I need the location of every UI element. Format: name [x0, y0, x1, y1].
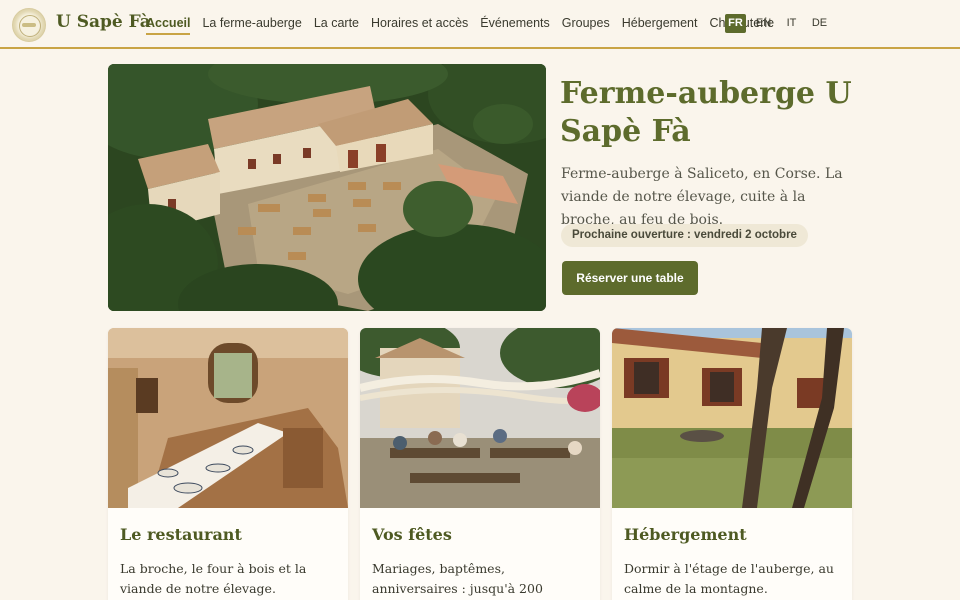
- card-restaurant-text: La broche, le four à bois et la viande d…: [120, 561, 307, 596]
- site-brand[interactable]: U Sapè Fà: [56, 12, 151, 32]
- main-nav: Accueil La ferme-auberge La carte Horair…: [146, 15, 786, 35]
- hero-title: Ferme-auberge U Sapè Fà: [560, 76, 852, 149]
- hero-description: Ferme-auberge à Saliceto, en Corse. La v…: [561, 166, 843, 228]
- nav-item-hebergement[interactable]: Hébergement: [622, 15, 698, 35]
- party-photo: [360, 328, 600, 508]
- card-hebergement-title: Hébergement: [624, 525, 747, 544]
- logo-emblem-icon[interactable]: [12, 8, 46, 42]
- card-fetes-title: Vos fêtes: [372, 525, 452, 544]
- card-fetes[interactable]: Vos fêtes Mariages, baptêmes, anniversai…: [360, 328, 600, 600]
- restaurant-photo: [108, 328, 348, 508]
- lang-fr[interactable]: FR: [725, 14, 746, 33]
- card-hebergement-text: Dormir à l'étage de l'auberge, au calme …: [624, 561, 834, 596]
- nav-item-horaires[interactable]: Horaires et accès: [371, 15, 468, 35]
- lang-it[interactable]: IT: [781, 14, 802, 33]
- card-hebergement[interactable]: Hébergement Dormir à l'étage de l'auberg…: [612, 328, 852, 600]
- lang-de[interactable]: DE: [809, 14, 830, 33]
- nav-item-evenements[interactable]: Événements: [480, 15, 549, 35]
- card-fetes-text: Mariages, baptêmes, anniversaires : jusq…: [372, 561, 543, 596]
- language-switcher: FR EN IT DE: [725, 14, 830, 33]
- nav-item-groupes[interactable]: Groupes: [562, 15, 610, 35]
- lodging-photo: [612, 328, 852, 508]
- site-header: U Sapè Fà Accueil La ferme-auberge La ca…: [0, 0, 960, 49]
- card-restaurant[interactable]: Le restaurant La broche, le four à bois …: [108, 328, 348, 600]
- hero-farmhouse-photo: [108, 64, 546, 311]
- next-opening-badge: Prochaine ouverture : vendredi 2 octobre: [561, 224, 808, 247]
- nav-item-accueil[interactable]: Accueil: [146, 15, 191, 35]
- book-table-button[interactable]: Réserver une table: [562, 261, 698, 295]
- card-restaurant-title: Le restaurant: [120, 525, 242, 544]
- lang-en[interactable]: EN: [753, 14, 774, 33]
- nav-item-ferme-auberge[interactable]: La ferme-auberge: [202, 15, 301, 35]
- nav-item-la-carte[interactable]: La carte: [314, 15, 359, 35]
